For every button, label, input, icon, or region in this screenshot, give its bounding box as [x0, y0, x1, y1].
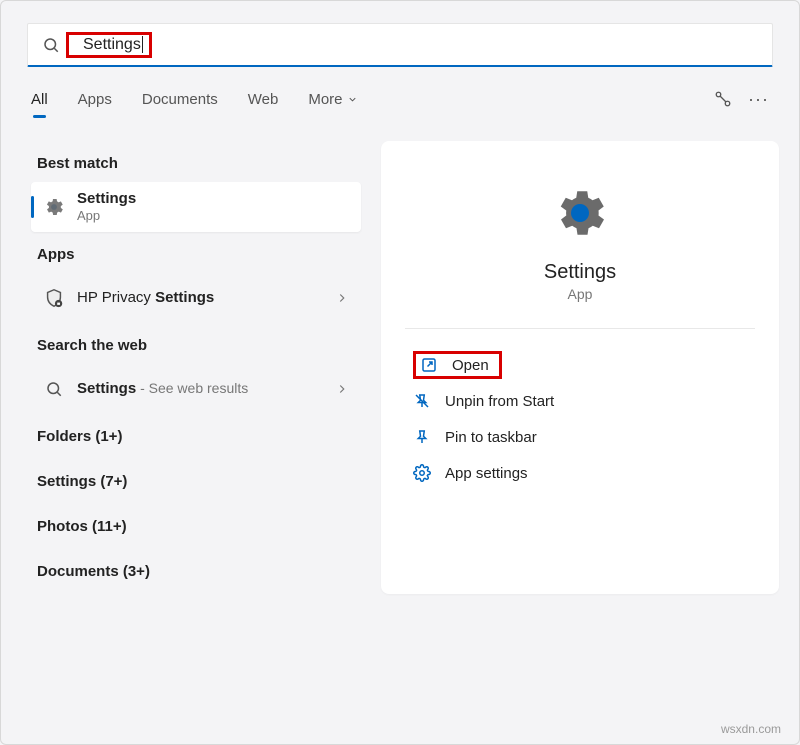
search-highlight-annotation: Settings: [66, 32, 152, 58]
search-input-value: Settings: [83, 36, 143, 53]
search-filter-tabs: All Apps Documents Web More ···: [1, 77, 799, 121]
search-icon: [42, 36, 60, 54]
open-external-icon: [420, 356, 438, 374]
preview-title: Settings: [405, 261, 755, 284]
search-input-container[interactable]: Settings: [27, 23, 773, 67]
result-web-settings[interactable]: Settings - See web results: [31, 364, 361, 414]
open-highlight-annotation: Open: [413, 351, 502, 379]
chevron-right-icon: [335, 382, 349, 396]
category-photos[interactable]: Photos (11+): [31, 504, 361, 549]
chevron-right-icon: [335, 291, 349, 305]
action-label: Pin to taskbar: [445, 429, 537, 446]
action-label: Unpin from Start: [445, 393, 554, 410]
action-unpin-from-start[interactable]: Unpin from Start: [405, 383, 755, 419]
category-settings[interactable]: Settings (7+): [31, 459, 361, 504]
preview-panel: Settings App Open Unpin from Start Pin t…: [381, 141, 779, 594]
tab-all[interactable]: All: [31, 91, 48, 108]
tab-documents[interactable]: Documents: [142, 91, 218, 108]
gear-icon: [413, 464, 431, 482]
tab-apps[interactable]: Apps: [78, 91, 112, 108]
pin-icon: [413, 428, 431, 446]
result-hp-privacy-settings[interactable]: HP Privacy Settings: [31, 273, 361, 323]
search-icon: [43, 378, 65, 400]
share-flow-icon[interactable]: [714, 90, 732, 108]
gear-icon: [43, 196, 65, 218]
action-open[interactable]: Open: [405, 347, 755, 383]
result-title: HP Privacy Settings: [77, 289, 214, 306]
shield-lock-icon: [43, 287, 65, 309]
result-title: Settings - See web results: [77, 380, 248, 397]
tab-more[interactable]: More: [308, 91, 357, 108]
watermark: wsxdn.com: [721, 722, 781, 736]
action-pin-to-taskbar[interactable]: Pin to taskbar: [405, 419, 755, 455]
more-options-icon[interactable]: ···: [748, 89, 769, 110]
gear-icon: [550, 183, 610, 243]
preview-subtitle: App: [405, 286, 755, 302]
result-best-match-settings[interactable]: Settings App: [31, 182, 361, 232]
tab-more-label: More: [308, 91, 342, 108]
result-title: Settings: [77, 190, 349, 208]
section-best-match: Best match: [31, 141, 361, 182]
chevron-down-icon: [347, 94, 358, 105]
divider: [405, 328, 755, 329]
action-label: App settings: [445, 465, 528, 482]
action-label: Open: [452, 357, 489, 374]
unpin-icon: [413, 392, 431, 410]
action-app-settings[interactable]: App settings: [405, 455, 755, 491]
category-documents[interactable]: Documents (3+): [31, 549, 361, 594]
preview-actions: Open Unpin from Start Pin to taskbar App…: [405, 347, 755, 491]
section-search-web: Search the web: [31, 323, 361, 364]
section-apps: Apps: [31, 232, 361, 273]
result-subtitle: App: [77, 208, 349, 224]
results-column: Best match Settings App Apps HP Privacy …: [31, 141, 361, 594]
category-folders[interactable]: Folders (1+): [31, 414, 361, 459]
tab-web[interactable]: Web: [248, 91, 279, 108]
